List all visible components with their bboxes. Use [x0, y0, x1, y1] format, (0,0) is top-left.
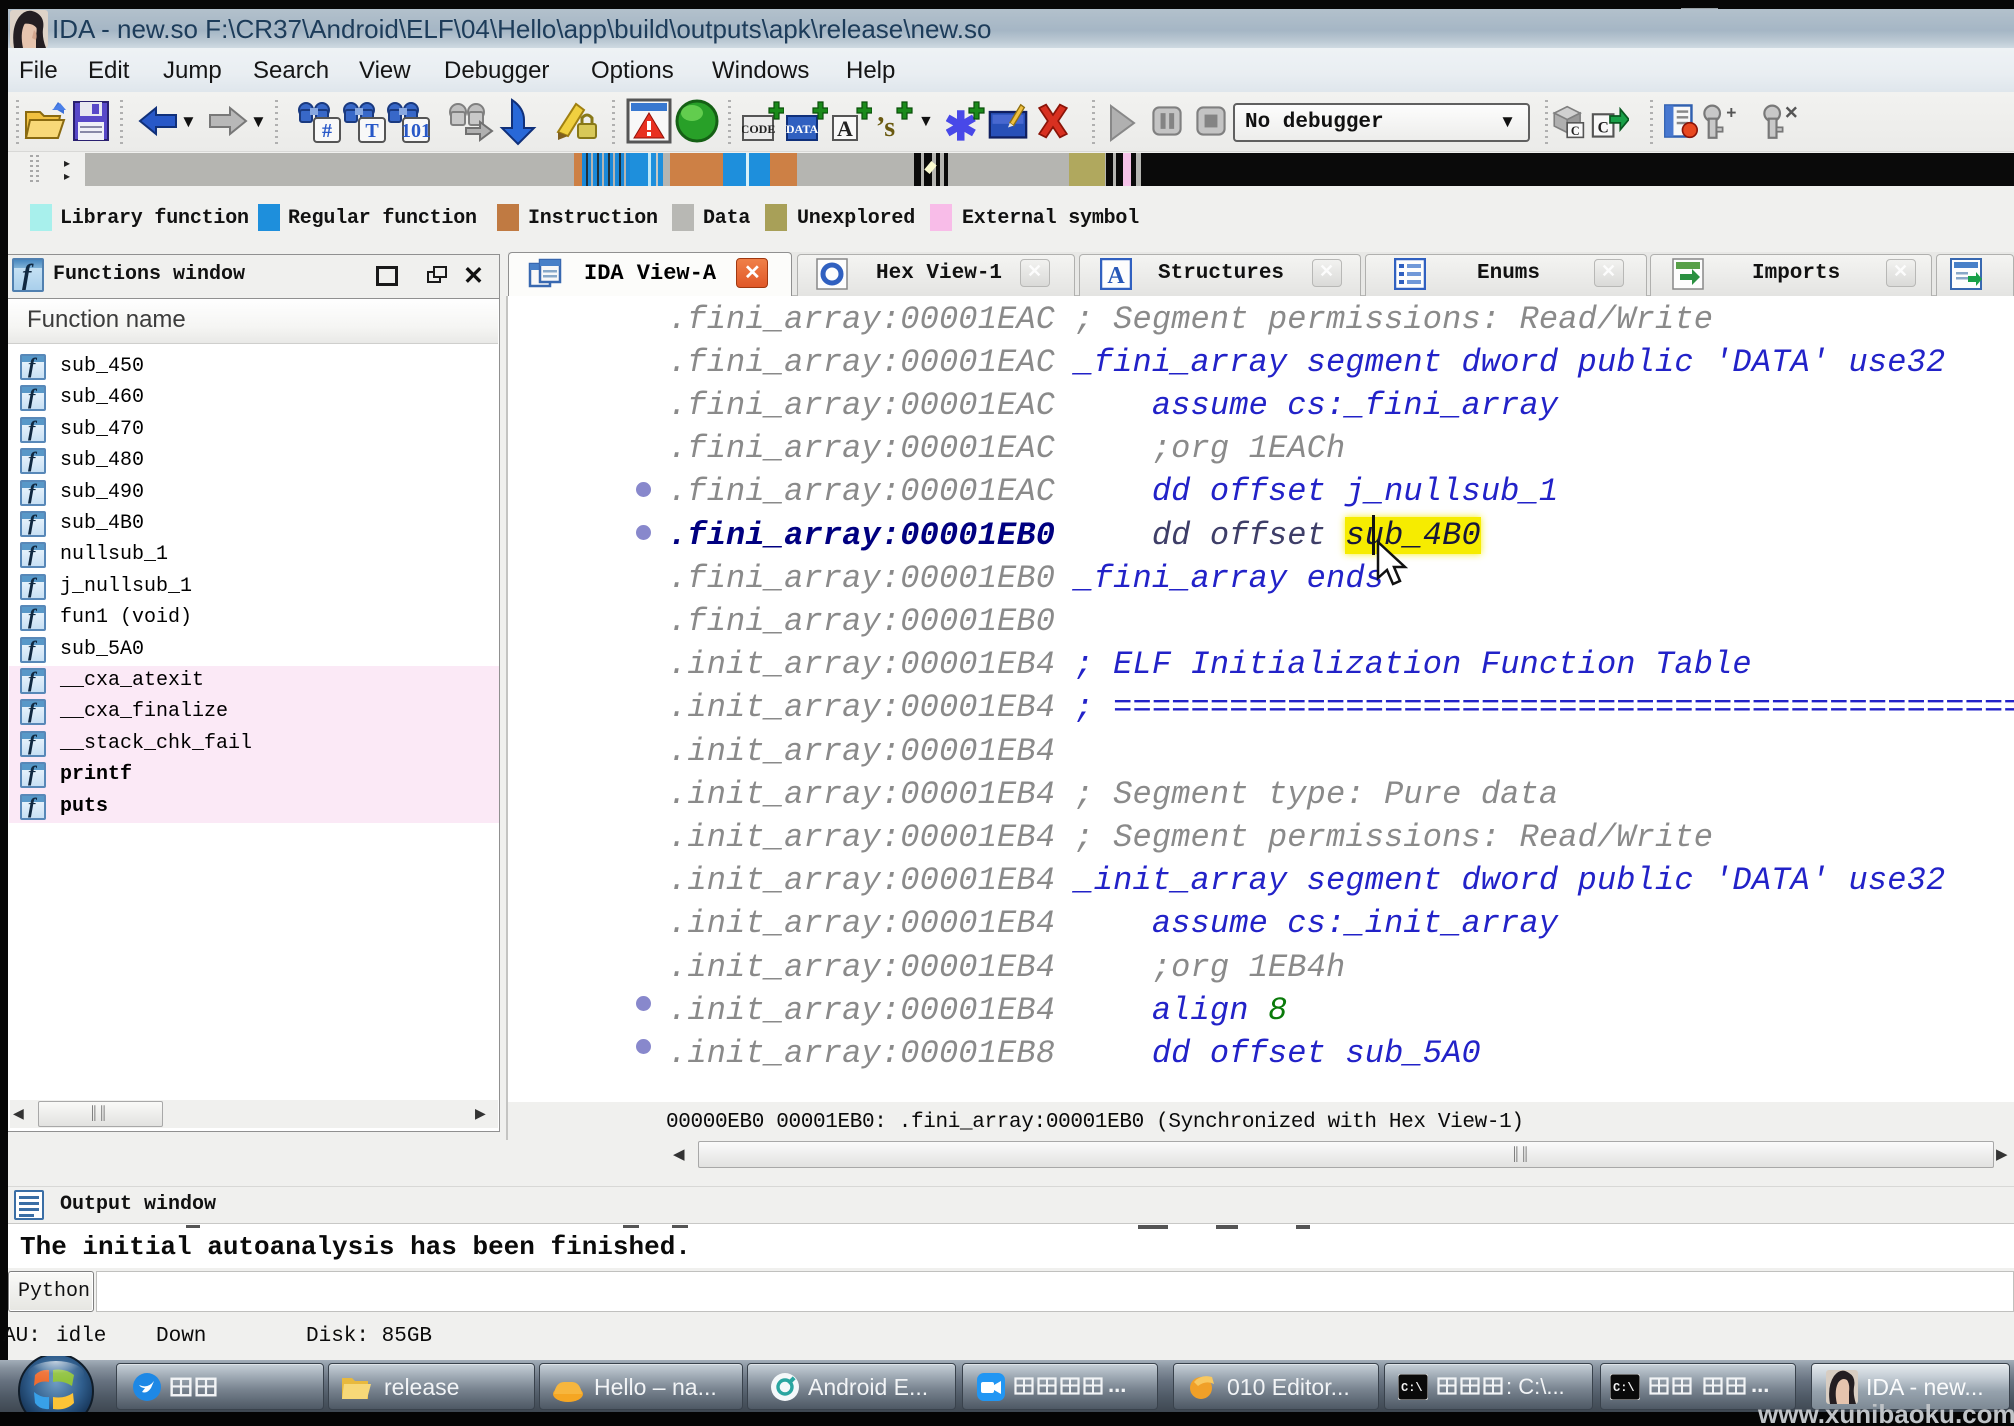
svg-text:#: # — [322, 120, 332, 142]
svg-text:+: + — [1726, 103, 1736, 123]
svg-text:A: A — [1107, 263, 1125, 289]
svg-text:C: C — [1571, 124, 1580, 138]
svg-text:’s: ’s — [876, 112, 895, 143]
svg-text:✕: ✕ — [1784, 103, 1799, 123]
svg-text:A: A — [837, 116, 853, 141]
svg-text:C: C — [1598, 119, 1609, 136]
svg-text:CODE: CODE — [742, 122, 775, 136]
svg-text:C:\: C:\ — [1613, 1381, 1635, 1395]
svg-text:101: 101 — [401, 120, 431, 142]
svg-text:C:\: C:\ — [1401, 1381, 1423, 1395]
svg-text:T: T — [365, 120, 379, 142]
svg-text:DATA: DATA — [786, 122, 818, 136]
